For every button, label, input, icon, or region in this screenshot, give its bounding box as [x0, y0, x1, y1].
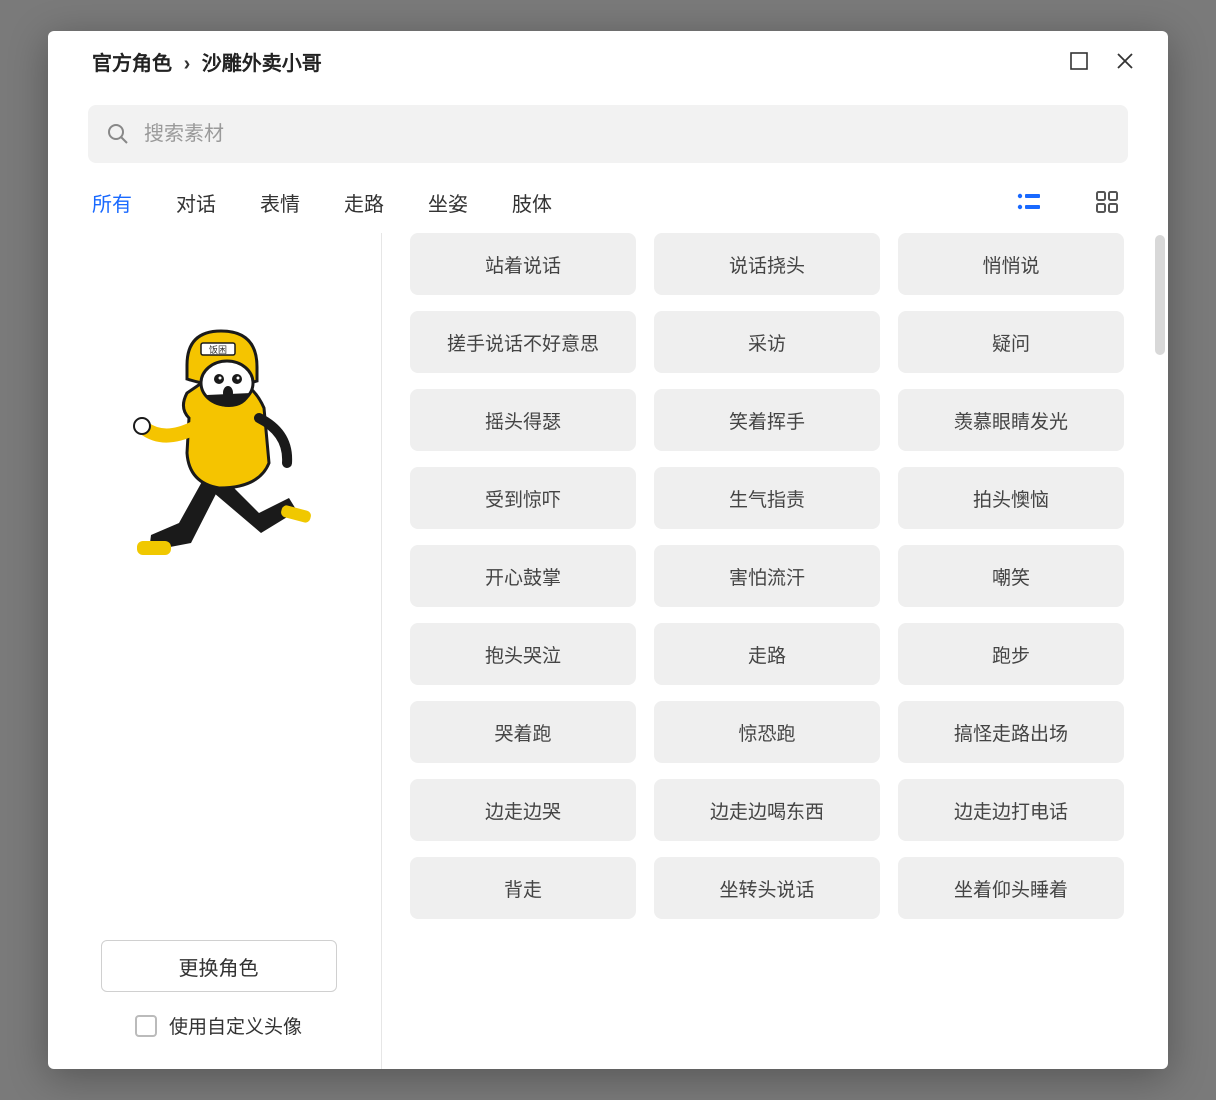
- tab-all[interactable]: 所有: [92, 188, 132, 217]
- grid-view-button[interactable]: [1090, 185, 1124, 219]
- asset-list-pane: 站着说话说话挠头悄悄说搓手说话不好意思采访疑问摇头得瑟笑着挥手羡慕眼睛发光受到惊…: [382, 233, 1168, 1069]
- asset-item[interactable]: 开心鼓掌: [410, 545, 636, 607]
- close-button[interactable]: [1102, 41, 1148, 81]
- scrollbar[interactable]: [1152, 233, 1168, 1069]
- character-image: 饭困: [109, 313, 329, 573]
- tab-sit[interactable]: 坐姿: [428, 188, 468, 217]
- asset-item[interactable]: 边走边哭: [410, 779, 636, 841]
- breadcrumb: 官方角色 › 沙雕外卖小哥: [92, 47, 1056, 76]
- asset-item[interactable]: 害怕流汗: [654, 545, 880, 607]
- asset-item[interactable]: 疑问: [898, 311, 1124, 373]
- list-view-icon: [1016, 191, 1042, 213]
- titlebar: 官方角色 › 沙雕外卖小哥: [48, 31, 1168, 91]
- maximize-button[interactable]: [1056, 41, 1102, 81]
- svg-text:饭困: 饭困: [208, 344, 226, 355]
- asset-item[interactable]: 嘲笑: [898, 545, 1124, 607]
- asset-item[interactable]: 生气指责: [654, 467, 880, 529]
- asset-item[interactable]: 坐转头说话: [654, 857, 880, 919]
- asset-item[interactable]: 受到惊吓: [410, 467, 636, 529]
- custom-avatar-checkbox[interactable]: [135, 1015, 157, 1037]
- asset-item[interactable]: 搞怪走路出场: [898, 701, 1124, 763]
- tab-dialog[interactable]: 对话: [176, 188, 216, 217]
- asset-grid: 站着说话说话挠头悄悄说搓手说话不好意思采访疑问摇头得瑟笑着挥手羡慕眼睛发光受到惊…: [382, 233, 1152, 1069]
- asset-item[interactable]: 羡慕眼睛发光: [898, 389, 1124, 451]
- asset-item[interactable]: 悄悄说: [898, 233, 1124, 295]
- tab-expression[interactable]: 表情: [260, 188, 300, 217]
- body: 饭困 更换角色 使用自定义头像 站着说话说话挠头悄悄说搓手说话不好意思采访疑问摇…: [48, 233, 1168, 1069]
- asset-item[interactable]: 摇头得瑟: [410, 389, 636, 451]
- search-input[interactable]: [144, 123, 1110, 146]
- asset-item[interactable]: 站着说话: [410, 233, 636, 295]
- change-character-button[interactable]: 更换角色: [101, 940, 337, 992]
- tab-body[interactable]: 肢体: [512, 188, 552, 217]
- asset-item[interactable]: 哭着跑: [410, 701, 636, 763]
- character-preview-pane: 饭困 更换角色 使用自定义头像: [56, 233, 382, 1069]
- asset-item[interactable]: 说话挠头: [654, 233, 880, 295]
- asset-picker-window: 官方角色 › 沙雕外卖小哥 所有 对话 表情 走路 坐姿 肢体: [48, 31, 1168, 1069]
- asset-item[interactable]: 搓手说话不好意思: [410, 311, 636, 373]
- asset-item[interactable]: 笑着挥手: [654, 389, 880, 451]
- close-icon: [1116, 52, 1134, 70]
- asset-item[interactable]: 走路: [654, 623, 880, 685]
- asset-item[interactable]: 惊恐跑: [654, 701, 880, 763]
- list-view-button[interactable]: [1012, 185, 1046, 219]
- custom-avatar-row: 使用自定义头像: [135, 1012, 302, 1039]
- asset-item[interactable]: 边走边打电话: [898, 779, 1124, 841]
- custom-avatar-label: 使用自定义头像: [169, 1012, 302, 1039]
- tab-walk[interactable]: 走路: [344, 188, 384, 217]
- breadcrumb-current: 沙雕外卖小哥: [202, 53, 322, 75]
- grid-view-icon: [1095, 190, 1119, 214]
- maximize-icon: [1070, 52, 1088, 70]
- search-bar[interactable]: [88, 105, 1128, 163]
- asset-item[interactable]: 拍头懊恼: [898, 467, 1124, 529]
- breadcrumb-separator: ›: [184, 53, 191, 75]
- search-icon: [106, 122, 130, 146]
- asset-item[interactable]: 背走: [410, 857, 636, 919]
- scrollbar-thumb[interactable]: [1155, 235, 1165, 355]
- asset-item[interactable]: 边走边喝东西: [654, 779, 880, 841]
- breadcrumb-root[interactable]: 官方角色: [92, 53, 172, 75]
- asset-item[interactable]: 坐着仰头睡着: [898, 857, 1124, 919]
- asset-item[interactable]: 采访: [654, 311, 880, 373]
- asset-item[interactable]: 抱头哭泣: [410, 623, 636, 685]
- tab-row: 所有 对话 表情 走路 坐姿 肢体: [48, 175, 1168, 233]
- asset-item[interactable]: 跑步: [898, 623, 1124, 685]
